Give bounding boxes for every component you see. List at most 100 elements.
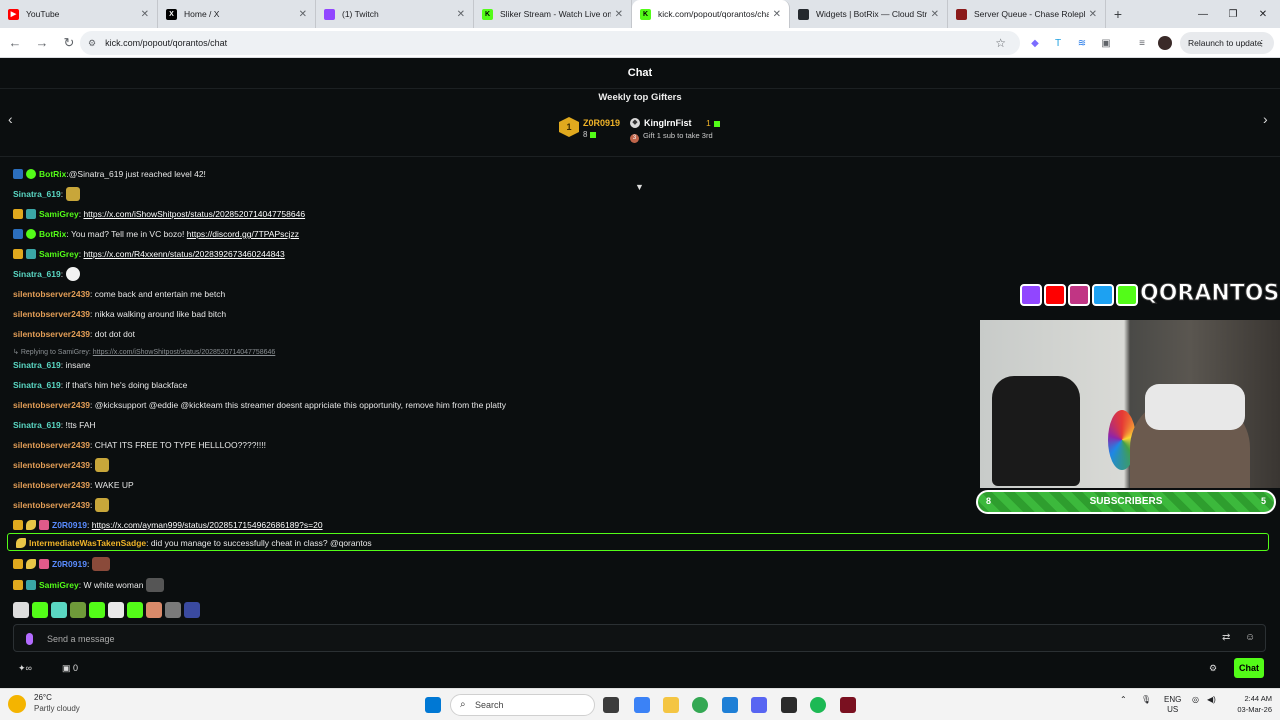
translate-icon[interactable]: ⇄ <box>1222 632 1230 643</box>
chat-message[interactable]: BotRix: @Sinatra_619 just reached level … <box>13 169 206 179</box>
emote-quick-bar <box>13 602 203 618</box>
close-icon[interactable]: ✕ <box>931 9 939 20</box>
extension-icon[interactable]: ◆ <box>1028 36 1042 50</box>
emote-icon[interactable] <box>13 602 29 618</box>
chat-message[interactable]: silentobserver2439: WAKE UP <box>13 480 134 490</box>
close-icon[interactable]: ✕ <box>141 9 149 20</box>
tab-twitch[interactable]: (1) Twitch ✕ <box>316 0 474 28</box>
voice-extension-icon[interactable]: ≋ <box>1075 36 1089 50</box>
emote-icon[interactable] <box>89 602 105 618</box>
app-icon[interactable] <box>722 697 738 713</box>
file-explorer-icon[interactable] <box>663 697 679 713</box>
browser-toolbar: ← → ↻ ⚙ kick.com/popout/qorantos/chat ☆ … <box>0 28 1280 58</box>
network-icon[interactable]: ◎ <box>1192 695 1199 704</box>
chat-message[interactable]: SamiGrey: W white woman <box>13 578 165 592</box>
close-icon[interactable]: ✕ <box>1089 9 1097 20</box>
emote-icon[interactable] <box>127 602 143 618</box>
chat-message[interactable]: Sinatra_619: !tts FAH <box>13 420 96 430</box>
task-view-icon[interactable] <box>603 697 619 713</box>
spotify-icon[interactable] <box>810 697 826 713</box>
reply-context[interactable]: ↳ Replying to SamiGrey: https://x.com/iS… <box>13 348 275 356</box>
forward-button[interactable]: → <box>30 31 54 55</box>
tab-x[interactable]: X Home / X ✕ <box>158 0 316 28</box>
chat-message[interactable]: silentobserver2439: come back and entert… <box>13 289 225 299</box>
language-indicator[interactable]: ENG US <box>1164 695 1181 715</box>
tab-server-queue[interactable]: Server Queue - Chase Roleplay ✕ <box>948 0 1106 28</box>
emote-icon[interactable] <box>108 602 124 618</box>
taskbar-search[interactable]: ⌕ Search <box>450 694 595 716</box>
emote-icon <box>95 498 110 512</box>
chat-message[interactable]: SamiGrey: https://x.com/iShowShitpost/st… <box>13 209 305 219</box>
infinity-icon[interactable]: ✦∞ <box>18 663 32 674</box>
settings-gear-icon[interactable]: ⚙ <box>1209 663 1217 674</box>
chat-message[interactable]: Sinatra_619: <box>13 187 81 201</box>
window-close-button[interactable]: ✕ <box>1248 0 1278 28</box>
back-button[interactable]: ← <box>3 31 27 55</box>
chat-send-button[interactable]: Chat <box>1234 658 1264 678</box>
app-icon[interactable] <box>840 697 856 713</box>
emote-icon[interactable] <box>165 602 181 618</box>
address-bar[interactable]: ⚙ kick.com/popout/qorantos/chat ☆ <box>80 31 1020 55</box>
minimize-button[interactable]: — <box>1188 0 1218 28</box>
chat-message[interactable]: Z0R0919: https://x.com/ayman999/status/2… <box>13 520 323 530</box>
chat-message[interactable]: silentobserver2439: <box>13 498 110 512</box>
bookmark-star-icon[interactable]: ☆ <box>995 36 1006 50</box>
chat-message[interactable]: Sinatra_619: if that's him he's doing bl… <box>13 380 187 390</box>
emote-icon[interactable] <box>70 602 86 618</box>
profile-avatar[interactable] <box>1158 36 1172 50</box>
tray-overflow-icon[interactable]: ⌃ <box>1120 695 1127 704</box>
chat-message[interactable]: BotRix: You mad? Tell me in VC bozo! htt… <box>13 229 299 239</box>
close-icon[interactable]: ✕ <box>299 9 307 20</box>
gifters-next-icon[interactable]: › <box>1263 111 1268 127</box>
chat-message[interactable]: silentobserver2439: nikka walking around… <box>13 309 226 319</box>
subscriber-badge-icon <box>26 249 36 259</box>
microphone-icon[interactable]: 🎙 <box>1141 695 1151 704</box>
translate-extension-icon[interactable]: T <box>1051 36 1065 50</box>
close-icon[interactable]: ✕ <box>773 9 781 20</box>
system-clock[interactable]: 2:44 AM 03-Mar-26 <box>1228 693 1272 715</box>
tab-botrix[interactable]: Widgets | BotRix — Cloud Strea ✕ <box>790 0 948 28</box>
copilot-icon[interactable] <box>634 697 650 713</box>
chat-message[interactable]: silentobserver2439: <box>13 458 110 472</box>
restore-button[interactable]: ❐ <box>1218 0 1248 28</box>
chat-message[interactable]: silentobserver2439: dot dot dot <box>13 329 135 339</box>
chat-message[interactable]: IntermediateWasTakenSadge: did you manag… <box>16 538 372 548</box>
emote-icon[interactable] <box>184 602 200 618</box>
close-icon[interactable]: ✕ <box>457 9 465 20</box>
reading-list-icon[interactable]: ≡ <box>1135 36 1149 50</box>
obs-icon[interactable] <box>781 697 797 713</box>
close-icon[interactable]: ✕ <box>615 9 623 20</box>
chat-message[interactable]: silentobserver2439: @kicksupport @eddie … <box>13 400 506 410</box>
site-info-icon[interactable]: ⚙ <box>88 38 96 49</box>
chat-message[interactable]: Sinatra_619: insane <box>13 360 91 370</box>
reload-button[interactable]: ↻ <box>57 31 81 55</box>
message-input[interactable] <box>47 630 1197 648</box>
start-button-icon[interactable] <box>425 697 441 713</box>
new-tab-button[interactable]: + <box>1106 0 1130 28</box>
gifters-prev-icon[interactable]: ‹ <box>8 111 13 127</box>
emote-icon[interactable] <box>32 602 48 618</box>
emote-icon[interactable] <box>146 602 162 618</box>
more-menu-icon[interactable]: ⋮ <box>1258 38 1267 49</box>
gift-counter[interactable]: ▣ 0 <box>62 663 78 674</box>
tab-sliker[interactable]: K Sliker Stream - Watch Live on K ✕ <box>474 0 632 28</box>
emoji-icon[interactable]: ☺ <box>1245 632 1255 643</box>
emote-icon[interactable] <box>51 602 67 618</box>
chat-message[interactable]: Z0R0919: <box>13 557 111 571</box>
volume-icon[interactable]: ◀) <box>1207 695 1216 704</box>
instagram-icon <box>1068 284 1090 306</box>
microphone-icon[interactable] <box>26 633 33 645</box>
chat-message[interactable]: SamiGrey: https://x.com/R4xxenn/status/2… <box>13 249 285 259</box>
sub-gem-icon <box>590 131 597 138</box>
tab-youtube[interactable]: ▶ YouTube ✕ <box>0 0 158 28</box>
relaunch-button[interactable]: Relaunch to update ⋮ <box>1180 32 1274 54</box>
roleplay-icon <box>956 8 967 20</box>
collapse-filter-icon[interactable]: ▼ <box>635 182 644 192</box>
url-text: kick.com/popout/qorantos/chat <box>105 38 228 48</box>
chrome-icon[interactable] <box>692 697 708 713</box>
discord-icon[interactable] <box>751 697 767 713</box>
tab-kick-chat[interactable]: Kkick.com/popout/qorantos/cha ✕ <box>632 0 790 28</box>
extensions-puzzle-icon[interactable]: ▣ <box>1099 36 1113 50</box>
chat-message[interactable]: Sinatra_619: <box>13 267 81 281</box>
chat-message[interactable]: silentobserver2439: CHAT ITS FREE TO TYP… <box>13 440 266 450</box>
